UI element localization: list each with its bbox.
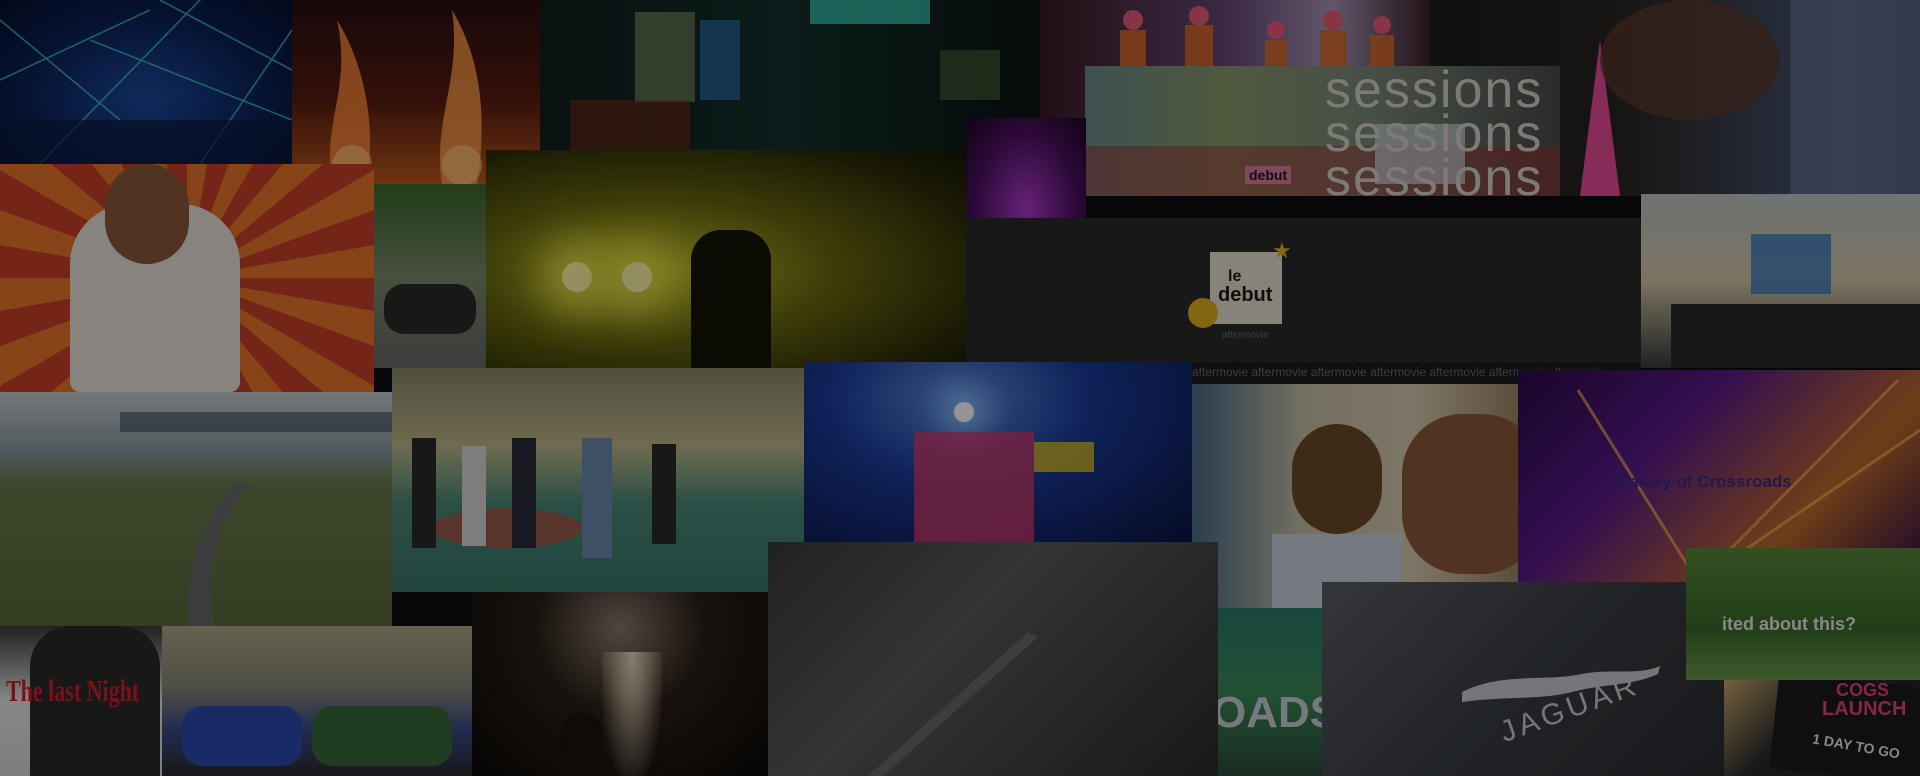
debut-sign: debut (1245, 166, 1292, 184)
tile-motorbike-campus (374, 184, 486, 368)
background-collage: debut sessions sessions sessions le debu… (0, 0, 1920, 776)
tile-concert-lasers (0, 0, 292, 164)
crossroads-title: Galaxy of Crossroads (1616, 472, 1792, 491)
tile-minecraft-question: ited about this? (1686, 548, 1920, 680)
forest-road (868, 632, 1038, 776)
cogs-line2: LAUNCH (1822, 698, 1907, 720)
le-debut-line2: debut (1218, 284, 1273, 306)
excited-question: ited about this? (1722, 614, 1856, 634)
tile-superbikes (162, 626, 472, 776)
tile-spotlight-violin (472, 592, 768, 776)
tile-aerial-forest (768, 542, 1218, 776)
tile-cogs-launch: COGS LAUNCH 1 DAY TO GO (1724, 680, 1920, 776)
laser-lines (0, 0, 292, 164)
sessions-line-3: sessions (1325, 149, 1544, 196)
last-night-title: The last Night (6, 672, 140, 708)
tile-basketball-court (392, 368, 804, 592)
roads-title: OADS (1218, 688, 1322, 737)
tile-jaguar-car: JAGUAR (1322, 582, 1724, 776)
tile-sessions: debut sessions sessions sessions (1085, 66, 1560, 196)
road-curve (120, 412, 392, 626)
camera-icon (1188, 298, 1218, 328)
tile-purple-stage (966, 118, 1086, 218)
tile-le-debut: le debut ★ aftermovie (966, 218, 1641, 368)
tile-last-night-poster: The last Night (0, 626, 162, 776)
tile-hillside-road (0, 392, 392, 626)
tile-comic-portrait (0, 164, 374, 392)
tile-crowd-stage-blue (804, 362, 1192, 542)
tile-auditorium (1641, 194, 1920, 368)
tile-roads-poster: OADS (1218, 608, 1322, 776)
star-icon: ★ (1272, 238, 1292, 263)
le-debut-caption: aftermovie (1222, 330, 1269, 341)
tile-violinist-green-lights (486, 150, 966, 368)
tile-glasses-portrait (1192, 384, 1560, 608)
tile-studio-set (540, 0, 1040, 150)
